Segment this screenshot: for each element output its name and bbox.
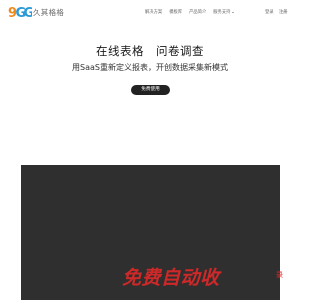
nav-item-label: 模板库 [169, 10, 183, 15]
nav-item-product-intro[interactable]: 产品简介 [189, 9, 206, 15]
main-nav: 解决方案 模板库 产品简介 服务支持 [145, 9, 234, 15]
watermark-text: 免费自动收 [122, 267, 220, 289]
svg-text:G: G [24, 6, 33, 19]
watermark-suffix: 录 [276, 271, 283, 279]
hero-subtitle: 用SaaS重新定义报表，开创数据采集新模式 [72, 63, 228, 72]
logo-text: 久其格格 [33, 7, 65, 17]
nav-item-templates[interactable]: 模板库 [169, 9, 182, 15]
register-link[interactable]: 注册 [279, 9, 288, 15]
nav-item-label: 产品简介 [189, 10, 207, 15]
hero-title: 在线表格 问卷调查 [96, 44, 204, 58]
logo-mark-icon: 9 G G [8, 6, 33, 19]
nav-item-label: 服务支持 [213, 10, 231, 15]
free-trial-button[interactable]: 免费使用 [131, 85, 170, 95]
nav-item-solutions[interactable]: 解决方案 [145, 9, 162, 15]
login-link[interactable]: 登录 [265, 9, 274, 15]
logo[interactable]: 9 G G 久其格格 [8, 5, 64, 19]
header: 9 G G 久其格格 解决方案 模板库 产品简介 服务支持 登录 注册 [0, 0, 300, 26]
nav-item-support[interactable]: 服务支持 [213, 9, 234, 15]
nav-item-label: 解决方案 [145, 10, 163, 15]
chevron-down-icon [231, 11, 234, 13]
page: 9 G G 久其格格 解决方案 模板库 产品简介 服务支持 登录 注册 在线表格… [0, 0, 300, 300]
